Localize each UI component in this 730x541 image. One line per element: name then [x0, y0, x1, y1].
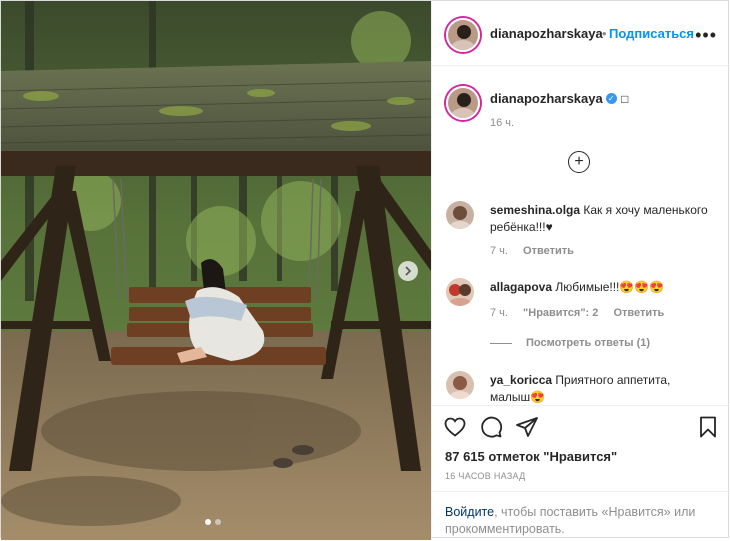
caption-username[interactable]: dianapozharskaya — [490, 91, 603, 106]
post-actions: 87 615 отметок "Нравится" 16 ЧАСОВ НАЗАД… — [432, 405, 730, 541]
caption-meta: 16 ч. — [490, 117, 526, 129]
carousel-indicator — [205, 519, 221, 525]
avatar-image — [446, 278, 474, 306]
view-replies-button[interactable]: Посмотреть ответы (1) — [490, 337, 650, 349]
chevron-right-icon — [405, 266, 412, 276]
post-timestamp[interactable]: 16 ЧАСОВ НАЗАД — [445, 471, 526, 481]
share-button[interactable] — [515, 415, 541, 441]
comment-meta: 7 ч. "Нравится": 2 Ответить — [490, 307, 676, 319]
carousel-dot-active — [205, 519, 211, 525]
reply-button[interactable]: Ответить — [523, 245, 574, 257]
load-more-comments-button[interactable]: + — [568, 151, 590, 173]
heart-icon — [444, 417, 466, 437]
commenter-avatar[interactable] — [446, 201, 474, 229]
comment-time: 7 ч. — [490, 307, 508, 319]
comment-body: Любимые!!!😍😍😍 — [555, 280, 665, 294]
caption-time: 16 ч. — [490, 117, 515, 129]
comment-meta: 7 ч. Ответить — [490, 245, 586, 257]
comment-username[interactable]: allagapova — [490, 280, 552, 294]
comment-username[interactable]: ya_koricca — [490, 373, 552, 387]
separator-dot: • — [602, 26, 607, 41]
avatar-image — [448, 20, 478, 50]
caption-text: dianapozharskaya ✓ □ — [490, 90, 628, 108]
carousel-dot — [215, 519, 221, 525]
comment-text: allagapova Любимые!!!😍😍😍 — [490, 279, 720, 296]
comment-text: semeshina.olga Как я хочу маленького реб… — [490, 202, 720, 236]
post-header: dianapozharskaya • Подписаться ••• — [432, 1, 730, 66]
login-link[interactable]: Войдите — [445, 505, 494, 519]
send-icon — [516, 417, 538, 437]
comment-button[interactable] — [479, 415, 505, 441]
bookmark-icon — [700, 416, 716, 438]
comments-list: dianapozharskaya ✓ □ 16 ч. + semeshina.o… — [432, 65, 730, 405]
post-side-panel: dianapozharskaya • Подписаться ••• diana… — [431, 1, 730, 539]
save-button[interactable] — [696, 415, 722, 441]
caption-avatar[interactable] — [446, 86, 480, 120]
follow-button[interactable]: Подписаться — [609, 26, 694, 41]
like-count[interactable]: 87 615 отметок "Нравится" — [445, 449, 617, 464]
author-username[interactable]: dianapozharskaya — [490, 26, 603, 41]
avatar-image — [448, 88, 478, 118]
post-photo[interactable] — [1, 1, 431, 540]
avatar-image — [446, 201, 474, 229]
post-dialog: dianapozharskaya • Подписаться ••• diana… — [0, 0, 730, 540]
comment-like-count[interactable]: "Нравится": 2 — [523, 307, 598, 319]
plus-icon: + — [574, 153, 584, 170]
avatar-image — [446, 371, 474, 399]
verified-badge-icon: ✓ — [605, 93, 617, 105]
commenter-avatar[interactable] — [446, 371, 474, 399]
comment-text: ya_koricca Приятного аппетита, малыш😍 — [490, 372, 700, 405]
author-avatar[interactable] — [446, 18, 480, 52]
caption-emoji: □ — [621, 92, 629, 106]
replies-divider — [490, 342, 512, 344]
login-prompt: Войдите, чтобы поставить «Нравится» или … — [432, 491, 730, 538]
comment-icon — [481, 416, 503, 438]
photo-illustration — [1, 1, 431, 540]
comment-username[interactable]: semeshina.olga — [490, 203, 580, 217]
reply-button[interactable]: Ответить — [613, 307, 664, 319]
comment-time: 7 ч. — [490, 245, 508, 257]
view-replies-label: Посмотреть ответы (1) — [526, 337, 651, 349]
more-options-button[interactable]: ••• — [695, 25, 717, 46]
next-slide-button[interactable] — [398, 261, 418, 281]
commenter-avatar[interactable] — [446, 278, 474, 306]
like-button[interactable] — [443, 415, 469, 441]
